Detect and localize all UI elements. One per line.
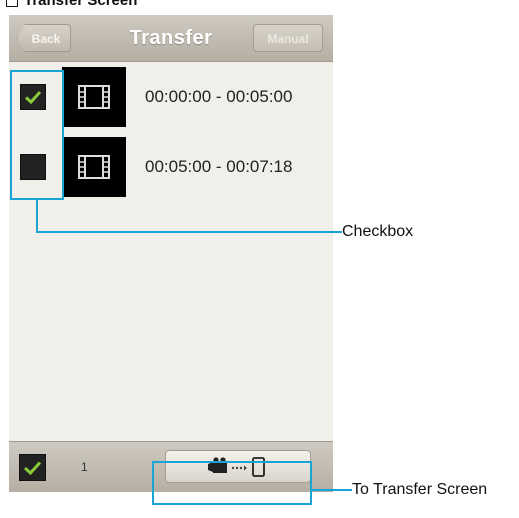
checkbox-callout-label: Checkbox: [342, 223, 414, 240]
transfer-callout-label: To Transfer Screen: [352, 481, 488, 498]
manual-button[interactable]: Manual: [253, 24, 323, 52]
time-range: 00:05:00 - 00:07:18: [145, 157, 293, 176]
nav-bar: Back Transfer Manual: [9, 15, 333, 62]
video-thumbnail: [62, 137, 126, 197]
transfer-callout-line: [312, 489, 352, 491]
checkbox-callout-line: [36, 231, 342, 233]
screen-title: Transfer: [129, 27, 213, 49]
film-icon: [78, 155, 110, 179]
check-icon: [23, 461, 42, 476]
time-range: 00:00:00 - 00:05:00: [145, 87, 293, 106]
select-all-checkbox[interactable]: [19, 454, 46, 481]
transfer-callout-box: [152, 461, 312, 505]
heading-square-icon: [6, 0, 18, 8]
back-button[interactable]: Back: [17, 24, 71, 52]
checkbox-callout-box: [10, 70, 64, 200]
video-thumbnail: [62, 67, 126, 127]
checkbox-callout-line: [36, 200, 38, 232]
film-icon: [78, 85, 110, 109]
selected-count: 1: [81, 460, 88, 474]
page-heading: Transfer Screen: [6, 0, 137, 8]
